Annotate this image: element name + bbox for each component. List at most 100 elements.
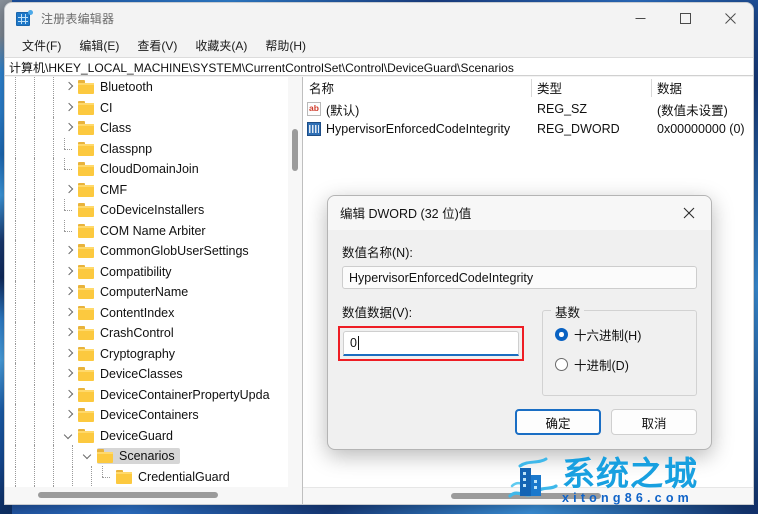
chevron-down-icon[interactable] (62, 426, 78, 446)
chevron-right-icon[interactable] (62, 262, 78, 282)
tree-indent-guide (43, 199, 62, 222)
tree-item-label: CoDeviceInstallers (100, 203, 205, 218)
menu-favorites[interactable]: 收藏夹(A) (186, 35, 256, 56)
radio-hexadecimal[interactable]: 十六进制(H) (555, 325, 696, 344)
tree-indent-guide (43, 240, 62, 263)
value-name-text: (默认) (326, 103, 360, 118)
tree-item[interactable]: Compatibility (5, 260, 302, 283)
value-data-input[interactable]: 0 (343, 331, 519, 356)
tree-indent-guide (24, 240, 43, 263)
tree-item-content: Scenarios (97, 448, 180, 465)
tree-item-label: CrashControl (100, 326, 174, 341)
folder-icon (78, 428, 95, 443)
chevron-right-icon[interactable] (62, 323, 78, 343)
menu-help[interactable]: 帮助(H) (256, 35, 315, 56)
value-row[interactable]: HypervisorEnforcedCodeIntegrity REG_DWORD… (303, 119, 753, 139)
close-icon[interactable] (708, 3, 753, 34)
minimize-icon[interactable] (618, 3, 663, 34)
tree-indent-guide (5, 383, 24, 406)
string-value-icon (307, 101, 321, 116)
value-data-text: 0 (350, 336, 357, 350)
tree-indent-guide (43, 117, 62, 140)
tree-item-content: COM Name Arbiter (78, 223, 211, 239)
chevron-right-icon[interactable] (62, 385, 78, 405)
tree-item-label: DeviceContainers (100, 408, 199, 423)
value-name-input[interactable]: HypervisorEnforcedCodeIntegrity (342, 266, 697, 289)
tree-horizontal-scrollbar[interactable] (5, 487, 302, 504)
address-bar[interactable]: 计算机\HKEY_LOCAL_MACHINE\SYSTEM\CurrentCon… (5, 57, 753, 76)
tree-item[interactable]: DeviceGuard (5, 424, 302, 447)
tree-indent-guide (43, 96, 62, 119)
tree-item-content: CrashControl (78, 325, 179, 341)
chevron-right-icon[interactable] (62, 98, 78, 118)
chevron-down-icon[interactable] (81, 446, 97, 466)
tree-item[interactable]: DeviceContainerPropertyUpda (5, 383, 302, 406)
tree-item[interactable]: CloudDomainJoin (5, 158, 302, 181)
dialog-close-icon[interactable] (667, 196, 711, 230)
values-column-header: 名称 类型 数据 (303, 77, 753, 99)
tree-indent-guide (24, 342, 43, 365)
chevron-right-icon[interactable] (62, 77, 78, 97)
chevron-right-icon[interactable] (62, 344, 78, 364)
value-name-label: 数值名称(N): (342, 246, 413, 260)
tree-item[interactable]: CoDeviceInstallers (5, 199, 302, 222)
tree-indent-guide (24, 260, 43, 283)
tree-indent-guide (5, 322, 24, 345)
tree-vertical-scrollbar[interactable] (288, 77, 302, 487)
chevron-right-icon[interactable] (62, 118, 78, 138)
tree-item[interactable]: CMF (5, 178, 302, 201)
tree-item[interactable]: ComputerName (5, 281, 302, 304)
chevron-right-icon[interactable] (62, 364, 78, 384)
column-data[interactable]: 数据 (651, 77, 753, 99)
tree-indent-guide (5, 301, 24, 324)
column-type[interactable]: 类型 (531, 77, 651, 99)
folder-icon (78, 162, 95, 177)
column-name[interactable]: 名称 (303, 77, 531, 99)
chevron-right-icon[interactable] (62, 282, 78, 302)
tree-item[interactable]: COM Name Arbiter (5, 219, 302, 242)
folder-icon (78, 285, 95, 300)
tree-vertical-scroll-thumb[interactable] (292, 129, 298, 171)
tree-item[interactable]: CI (5, 96, 302, 119)
menu-file[interactable]: 文件(F) (13, 35, 70, 56)
tree-item-content: CMF (78, 182, 132, 198)
tree-indent-guide (5, 240, 24, 263)
value-row[interactable]: (默认) REG_SZ (数值未设置) (303, 99, 753, 119)
cancel-button[interactable]: 取消 (611, 409, 697, 435)
ok-button[interactable]: 确定 (515, 409, 601, 435)
tree-indent-guide (5, 281, 24, 304)
registry-editor-icon (16, 9, 33, 27)
chevron-right-icon[interactable] (62, 180, 78, 200)
tree-item[interactable]: DeviceClasses (5, 363, 302, 386)
tree-indent-guide (43, 178, 62, 201)
tree-item[interactable]: CrashControl (5, 322, 302, 345)
dword-value-icon (307, 122, 321, 136)
value-type-cell: REG_DWORD (537, 122, 620, 136)
tree-item-content: Compatibility (78, 264, 177, 280)
radio-decimal[interactable]: 十进制(D) (555, 355, 696, 374)
values-horizontal-scrollbar[interactable] (303, 487, 753, 504)
tree-item[interactable]: Scenarios (5, 445, 302, 468)
tree-item[interactable]: Classpnp (5, 137, 302, 160)
folder-icon (78, 305, 95, 320)
tree-item-label: CredentialGuard (138, 469, 230, 484)
chevron-right-icon[interactable] (62, 303, 78, 323)
tree-item-content: ComputerName (78, 284, 193, 300)
tree-horizontal-scroll-thumb[interactable] (38, 492, 218, 498)
tree-item[interactable]: DeviceContainers (5, 404, 302, 427)
chevron-right-icon[interactable] (62, 405, 78, 425)
maximize-icon[interactable] (663, 3, 708, 34)
values-horizontal-scroll-thumb[interactable] (451, 493, 601, 499)
menu-view[interactable]: 查看(V) (128, 35, 186, 56)
tree-indent-guide (43, 77, 62, 99)
tree-item[interactable]: Cryptography (5, 342, 302, 365)
chevron-right-icon[interactable] (62, 241, 78, 261)
menu-edit[interactable]: 编辑(E) (70, 35, 128, 56)
tree-indent-guide (5, 158, 24, 181)
tree-indent-guide (43, 301, 62, 324)
tree-item[interactable]: Bluetooth (5, 77, 302, 99)
tree-item[interactable]: CommonGlobUserSettings (5, 240, 302, 263)
tree-item[interactable]: Class (5, 117, 302, 140)
tree-item[interactable]: ContentIndex (5, 301, 302, 324)
tree-item[interactable]: CredentialGuard (5, 465, 302, 487)
